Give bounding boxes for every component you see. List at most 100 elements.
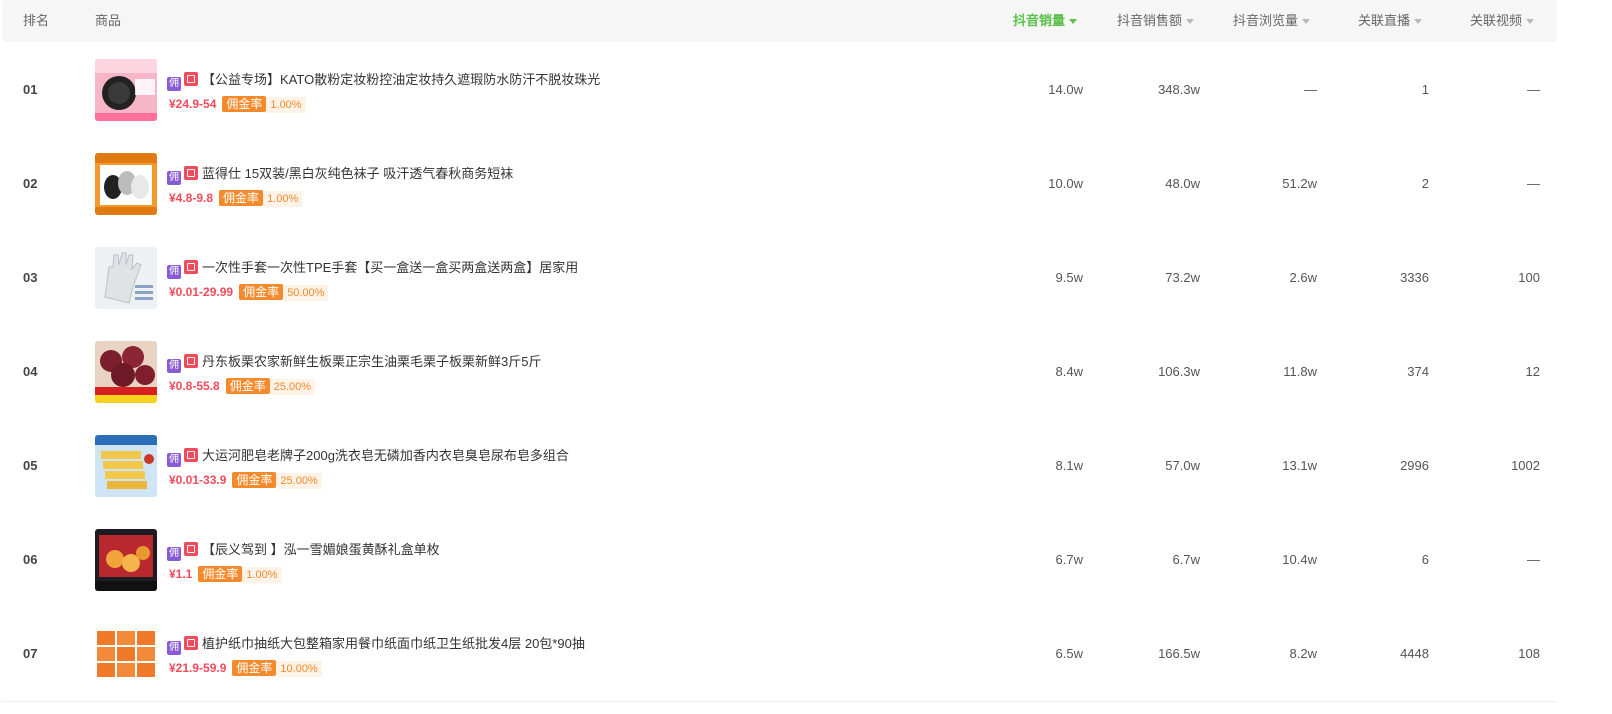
socks-image bbox=[95, 153, 157, 215]
video-value[interactable]: — bbox=[1527, 137, 1540, 231]
video-value[interactable]: — bbox=[1527, 513, 1540, 607]
product-title[interactable]: 佣 大运河肥皂老牌子200g洗衣皂无磷加香内衣皂臭皂尿布皂多组合 bbox=[167, 447, 569, 467]
product-title[interactable]: 佣 丹东板栗农家新鲜生板栗正宗生油栗毛栗子板栗新鲜3斤5斤 bbox=[167, 353, 542, 373]
product-thumbnail[interactable] bbox=[95, 153, 157, 215]
product-price: ¥0.01-33.9 bbox=[169, 473, 227, 487]
commission-label: 佣金率 bbox=[219, 190, 264, 206]
table-row[interactable]: 07 佣 植护纸巾抽纸大包整箱家用餐巾纸面巾纸卫生纸批发4层 20包*90抽 ¥2… bbox=[2, 607, 1557, 702]
live-value[interactable]: 374 bbox=[1407, 325, 1429, 419]
header-revenue-label: 抖音销售额 bbox=[1117, 13, 1183, 28]
sort-caret-icon bbox=[1302, 19, 1311, 25]
product-title-text: 植护纸巾抽纸大包整箱家用餐巾纸面巾纸卫生纸批发4层 20包*90抽 bbox=[202, 636, 585, 651]
commission-rate: 25.00% bbox=[269, 379, 316, 395]
live-value[interactable]: 2996 bbox=[1400, 419, 1429, 513]
table-header: 排名 商品 抖音销量 抖音销售额 抖音浏览量 关联直播 关联视频 bbox=[2, 0, 1557, 42]
header-product: 商品 bbox=[95, 13, 122, 28]
product-title-text: 丹东板栗农家新鲜生板栗正宗生油栗毛栗子板栗新鲜3斤5斤 bbox=[202, 354, 542, 369]
product-thumbnail[interactable] bbox=[95, 529, 157, 591]
revenue-value: 6.7w bbox=[1172, 552, 1200, 567]
product-title[interactable]: 佣 【辰义驾到 】泓一雪媚娘蛋黄酥礼盒单枚 bbox=[167, 541, 440, 561]
views-value: 13.1w bbox=[1282, 458, 1317, 473]
product-thumbnail[interactable] bbox=[95, 435, 157, 497]
product-title[interactable]: 佣 蓝得仕 15双装/黑白灰纯色袜子 吸汗透气春秋商务短袜 bbox=[167, 165, 513, 185]
sales-value: 14.0w bbox=[1048, 82, 1083, 97]
live-value[interactable]: 6 bbox=[1422, 513, 1429, 607]
header-revenue-sort[interactable]: 抖音销售额 bbox=[1117, 0, 1195, 42]
revenue-value: 57.0w bbox=[1165, 458, 1200, 473]
commission-label: 佣金率 bbox=[222, 96, 267, 112]
rank-number: 06 bbox=[23, 552, 38, 567]
product-thumbnail[interactable] bbox=[95, 341, 157, 403]
product-title[interactable]: 佣 一次性手套一次性TPE手套【买一盒送一盒买两盒送两盒】居家用 bbox=[167, 259, 579, 279]
views-value: 11.8w bbox=[1283, 364, 1317, 379]
commission-tag-icon: 佣 bbox=[167, 453, 181, 467]
product-price: ¥0.01-29.99 bbox=[169, 285, 234, 299]
header-live-sort[interactable]: 关联直播 bbox=[1358, 0, 1423, 42]
live-value[interactable]: 4448 bbox=[1400, 607, 1429, 701]
product-thumbnail[interactable] bbox=[95, 247, 157, 309]
product-price: ¥21.9-59.9 bbox=[169, 661, 227, 675]
commission-tag-icon: 佣 bbox=[167, 171, 181, 185]
table-row[interactable]: 03 佣 一次性手套一次性TPE手套【买一盒送一盒买两盒送两盒】居家用 ¥0.01… bbox=[2, 231, 1557, 326]
commission-rate: 10.00% bbox=[276, 661, 322, 677]
product-price: ¥0.8-55.8 bbox=[169, 379, 220, 393]
price-line: ¥1.1 佣金率 1.00% bbox=[169, 565, 282, 583]
revenue-value: 348.3w bbox=[1158, 82, 1200, 97]
rank-number: 04 bbox=[23, 364, 38, 379]
video-value[interactable]: 1002 bbox=[1511, 419, 1540, 513]
header-views-sort[interactable]: 抖音浏览量 bbox=[1233, 0, 1311, 42]
video-value[interactable]: 100 bbox=[1518, 231, 1540, 325]
revenue-value: 73.2w bbox=[1165, 270, 1200, 285]
commission-tag-icon: 佣 bbox=[167, 77, 181, 91]
product-title-text: 【辰义驾到 】泓一雪媚娘蛋黄酥礼盒单枚 bbox=[202, 542, 440, 557]
views-value: 2.6w bbox=[1289, 270, 1317, 285]
header-rank: 排名 bbox=[23, 13, 50, 28]
live-value[interactable]: 3336 bbox=[1400, 231, 1429, 325]
soap-image bbox=[95, 435, 157, 497]
sales-value: 10.0w bbox=[1048, 176, 1083, 191]
product-thumbnail[interactable] bbox=[95, 59, 157, 121]
tissues-image bbox=[95, 623, 157, 685]
rank-number: 02 bbox=[23, 176, 38, 191]
commission-rate: 1.00% bbox=[263, 191, 303, 207]
header-video-sort[interactable]: 关联视频 bbox=[1470, 0, 1535, 42]
table-row[interactable]: 02 佣 蓝得仕 15双装/黑白灰纯色袜子 吸汗透气春秋商务短袜 ¥4.8-9.8… bbox=[2, 137, 1557, 232]
commission-label: 佣金率 bbox=[198, 566, 243, 582]
video-value[interactable]: — bbox=[1527, 43, 1540, 137]
product-price: ¥4.8-9.8 bbox=[169, 191, 214, 205]
live-value[interactable]: 2 bbox=[1422, 137, 1429, 231]
shop-bag-icon bbox=[184, 636, 198, 650]
price-line: ¥21.9-59.9 佣金率 10.00% bbox=[169, 659, 322, 677]
table-row[interactable]: 05 佣 大运河肥皂老牌子200g洗衣皂无磷加香内衣皂臭皂尿布皂多组合 ¥0.01… bbox=[2, 419, 1557, 514]
commission-tag-icon: 佣 bbox=[167, 641, 181, 655]
sales-value: 8.4w bbox=[1055, 364, 1083, 379]
table-row[interactable]: 06 佣 【辰义驾到 】泓一雪媚娘蛋黄酥礼盒单枚 ¥1.1 佣金率 1.00% 6.7… bbox=[2, 513, 1557, 608]
rank-number: 01 bbox=[23, 82, 38, 97]
revenue-value: 106.3w bbox=[1158, 364, 1200, 379]
shop-bag-icon bbox=[184, 354, 198, 368]
video-value[interactable]: 12 bbox=[1526, 325, 1540, 419]
sort-caret-icon bbox=[1186, 19, 1195, 25]
commission-rate: 25.00% bbox=[276, 473, 322, 489]
price-line: ¥4.8-9.8 佣金率 1.00% bbox=[169, 189, 303, 207]
rank-number: 03 bbox=[23, 270, 38, 285]
price-line: ¥0.8-55.8 佣金率 25.00% bbox=[169, 377, 316, 395]
table-row[interactable]: 04 佣 丹东板栗农家新鲜生板栗正宗生油栗毛栗子板栗新鲜3斤5斤 ¥0.8-55.… bbox=[2, 325, 1557, 420]
cosmetic-powder-image bbox=[95, 59, 157, 121]
price-line: ¥24.9-54 佣金率 1.00% bbox=[169, 95, 306, 113]
table-row[interactable]: 01 佣 【公益专场】KATO散粉定妆粉控油定妆持久遮瑕防水防汗不脱妆珠光 ¥24… bbox=[2, 43, 1557, 138]
live-value[interactable]: 1 bbox=[1422, 43, 1429, 137]
chestnuts-image bbox=[95, 341, 157, 403]
product-price: ¥1.1 bbox=[169, 567, 193, 581]
commission-rate: 1.00% bbox=[266, 97, 306, 113]
product-title[interactable]: 佣 植护纸巾抽纸大包整箱家用餐巾纸面巾纸卫生纸批发4层 20包*90抽 bbox=[167, 635, 585, 655]
sales-value: 6.5w bbox=[1055, 646, 1083, 661]
views-value: 10.4w bbox=[1282, 552, 1317, 567]
video-value[interactable]: 108 bbox=[1518, 607, 1540, 701]
product-title-text: 一次性手套一次性TPE手套【买一盒送一盒买两盒送两盒】居家用 bbox=[202, 260, 579, 275]
product-thumbnail[interactable] bbox=[95, 623, 157, 685]
commission-label: 佣金率 bbox=[225, 378, 270, 394]
header-sales-sort[interactable]: 抖音销量 bbox=[1013, 0, 1078, 42]
sales-value: 6.7w bbox=[1055, 552, 1083, 567]
product-title[interactable]: 佣 【公益专场】KATO散粉定妆粉控油定妆持久遮瑕防水防汗不脱妆珠光 bbox=[167, 71, 600, 91]
